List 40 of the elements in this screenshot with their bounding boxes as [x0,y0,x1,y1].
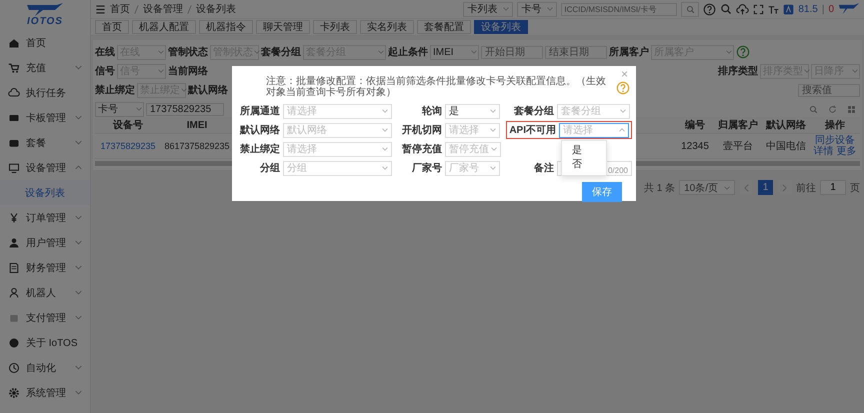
table-cell-text: 8617375829235 [163,140,231,152]
filter-label: 管制状态 [168,46,208,59]
column-header: 设备号 [112,118,144,133]
field-label: 厂家号 [411,161,442,175]
field-label: 开机切网 [401,124,442,137]
table-cell-text: 12345 [680,140,710,152]
notice-text: 注意：批量修改配置：依据当前筛选条件批量修改卡号关联配置信息。（生效对象当前查询卡号所有对象） [266,74,607,100]
balance-value: 81.5 [798,4,818,14]
field-label: API不可用 [508,124,556,137]
filter-label: 起止条件 [388,46,428,59]
logo-text: IOTOS [27,17,63,27]
column-header: 默认网络 [764,118,807,133]
field-label: 暂停充值 [401,142,442,156]
filter-label: 当前网络 [168,64,208,78]
filter-label: 信号 [95,64,115,78]
page-unit: 页 [850,182,860,194]
table-cell-text: 壹平台 [722,140,754,154]
filter-label: 排序类型 [718,64,758,78]
filter-label: 所属客户 [609,45,649,59]
table-cell-text: 中国电信 [765,140,807,154]
field-label: 轮询 [420,104,442,118]
filter-label: 套餐分组 [261,46,301,59]
field-label: 所属通道 [239,104,280,118]
field-label: 备注 [533,161,554,175]
column-header: 编号 [684,118,706,133]
filter-label: 禁止绑定 [95,83,135,97]
count-value: 0 [828,4,834,14]
filter-label: 在线 [95,46,115,59]
column-header: IMEI [186,118,208,132]
filter-label: 默认网络 [188,84,228,97]
field-label: 分组 [258,162,280,175]
balance-separator: | [822,4,824,14]
goto-label: 前往 [796,182,816,194]
field-label: 禁止绑定 [239,142,280,156]
field-label: 套餐分组 [513,104,554,118]
column-header: 操作 [824,118,846,133]
field-label: 默认网络 [238,124,280,137]
table-cell-text: 17375829235 [99,140,157,152]
total-count: 共 1 条 [644,182,676,194]
column-header: 归属客户 [717,118,759,133]
